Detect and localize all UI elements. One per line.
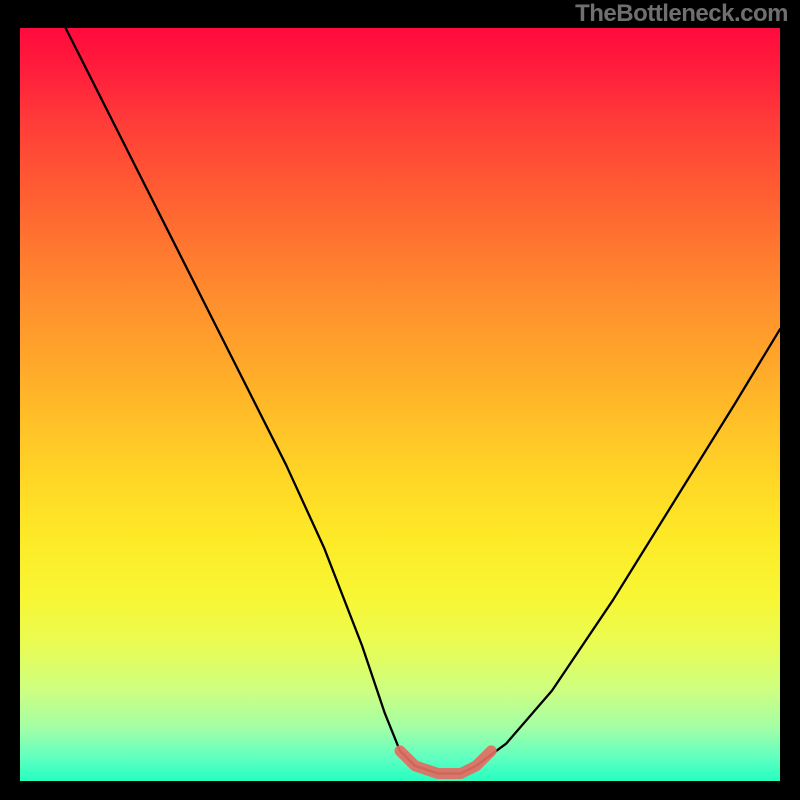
chart-frame: TheBottleneck.com — [0, 0, 800, 800]
chart-plot-area — [20, 28, 780, 781]
flat-bottom-highlight — [400, 751, 491, 774]
watermark-text: TheBottleneck.com — [575, 0, 788, 28]
bottleneck-curve — [66, 28, 780, 774]
series-layer — [20, 28, 780, 781]
